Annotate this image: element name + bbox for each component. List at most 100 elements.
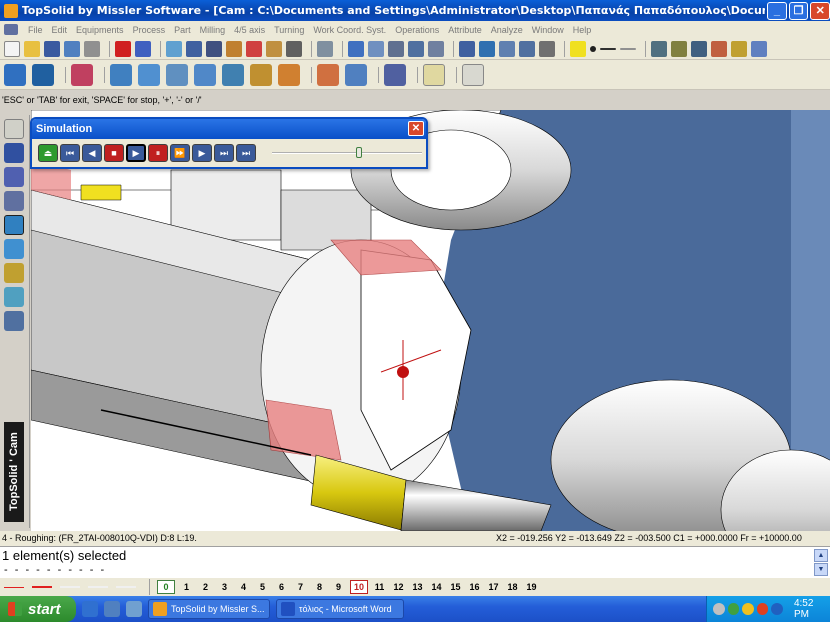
slider-thumb[interactable]: [356, 147, 362, 158]
layer-2[interactable]: 2: [196, 582, 215, 592]
tray-arrow-icon[interactable]: [713, 603, 725, 615]
layer-18[interactable]: 18: [503, 582, 522, 592]
facing-icon[interactable]: [110, 63, 132, 86]
move-icon[interactable]: [206, 40, 222, 57]
parting-icon[interactable]: [317, 63, 339, 86]
pdm-icon[interactable]: [4, 311, 24, 331]
layer-8[interactable]: 8: [310, 582, 329, 592]
layer-19[interactable]: 19: [522, 582, 541, 592]
line-style-blank-3-icon[interactable]: [116, 586, 136, 588]
task-topsolid[interactable]: TopSolid by Missler S...: [148, 599, 270, 619]
network-icon[interactable]: [727, 603, 740, 615]
zoom-icon[interactable]: [459, 40, 475, 57]
alert-icon[interactable]: [756, 603, 769, 615]
go-end-button[interactable]: ⏭: [236, 144, 256, 162]
group-icon[interactable]: [671, 40, 687, 57]
view-icon[interactable]: [499, 40, 515, 57]
copy-icon[interactable]: [166, 40, 182, 57]
align-icon[interactable]: [388, 40, 404, 57]
layer-3[interactable]: 3: [215, 582, 234, 592]
magnet-icon[interactable]: [408, 40, 424, 57]
layer-icon[interactable]: [651, 40, 667, 57]
check-icon[interactable]: [348, 40, 364, 57]
restore-button[interactable]: ❐: [788, 1, 809, 20]
layer-4[interactable]: 4: [234, 582, 253, 592]
machine-icon[interactable]: [32, 63, 54, 86]
properties-icon[interactable]: [64, 40, 80, 57]
layer-current[interactable]: 0: [157, 580, 175, 594]
layer-11[interactable]: 11: [370, 582, 389, 592]
layer-17[interactable]: 17: [484, 582, 503, 592]
volume-icon[interactable]: [771, 603, 783, 615]
grooving-icon[interactable]: [194, 63, 216, 86]
line-width-icon[interactable]: [620, 47, 636, 50]
cut-icon[interactable]: [368, 40, 384, 57]
step-back-button[interactable]: ◀: [82, 144, 102, 162]
layer-1[interactable]: 1: [177, 582, 196, 592]
layer-7[interactable]: 7: [291, 582, 310, 592]
note-icon[interactable]: [731, 40, 747, 57]
layer-12[interactable]: 12: [389, 582, 408, 592]
sketch-icon[interactable]: [4, 119, 24, 139]
go-start-button[interactable]: ⏮: [60, 144, 80, 162]
line-style-dashed-icon[interactable]: [4, 586, 24, 588]
roughing-icon[interactable]: [138, 63, 160, 86]
step-forward-button[interactable]: ▶: [192, 144, 212, 162]
simulation-title-bar[interactable]: Simulation ✕: [32, 119, 426, 139]
fit-view-icon[interactable]: [479, 40, 495, 57]
drilling-icon[interactable]: [250, 63, 272, 86]
operations-list-icon[interactable]: [384, 63, 406, 86]
layer-5[interactable]: 5: [253, 582, 272, 592]
security-icon[interactable]: [742, 603, 754, 615]
menu-part[interactable]: Part: [174, 25, 191, 35]
line-style-icon[interactable]: [600, 47, 616, 50]
undo-icon[interactable]: [135, 40, 151, 57]
stop-button[interactable]: ■: [104, 144, 124, 162]
attribute-icon[interactable]: [711, 40, 727, 57]
line-style-blank-2-icon[interactable]: [88, 586, 108, 588]
line-style-blank-icon[interactable]: [60, 586, 80, 588]
edit-icon[interactable]: [266, 40, 282, 57]
simulation-speed-slider[interactable]: [272, 146, 422, 160]
drafting-icon[interactable]: [4, 167, 24, 187]
progress-icon[interactable]: [4, 287, 24, 307]
stock-icon[interactable]: [71, 63, 93, 86]
modify-icon[interactable]: [246, 40, 262, 57]
menu-attribute[interactable]: Attribute: [448, 25, 482, 35]
menu-turning[interactable]: Turning: [274, 25, 304, 35]
layer-16[interactable]: 16: [465, 582, 484, 592]
menu-help[interactable]: Help: [573, 25, 592, 35]
assembly-icon[interactable]: [4, 191, 24, 211]
target-icon[interactable]: [345, 63, 367, 86]
tools-icon[interactable]: [317, 40, 333, 57]
grid-icon[interactable]: [539, 40, 555, 57]
new-icon[interactable]: [4, 40, 20, 57]
cam-icon[interactable]: [4, 215, 24, 235]
finishing-icon[interactable]: [166, 63, 188, 86]
mold-icon[interactable]: [4, 239, 24, 259]
start-button[interactable]: start: [0, 596, 76, 622]
menu-process[interactable]: Process: [133, 25, 166, 35]
help-icon[interactable]: [751, 40, 767, 57]
line-style-solid-icon[interactable]: [32, 586, 52, 588]
menu-milling[interactable]: Milling: [200, 25, 226, 35]
minimize-button[interactable]: _: [767, 1, 787, 20]
menu-work-coord-syst[interactable]: Work Coord. Syst.: [313, 25, 386, 35]
delete-icon[interactable]: [115, 40, 131, 57]
threading-icon[interactable]: [222, 63, 244, 86]
menu-edit[interactable]: Edit: [52, 25, 68, 35]
wire-icon[interactable]: [4, 263, 24, 283]
boring-icon[interactable]: [278, 63, 300, 86]
close-button[interactable]: ✕: [810, 1, 830, 20]
menu-operations[interactable]: Operations: [395, 25, 439, 35]
menu-equipments[interactable]: Equipments: [76, 25, 124, 35]
layer-13[interactable]: 13: [408, 582, 427, 592]
nc-code-icon[interactable]: [462, 63, 484, 86]
pointer-icon[interactable]: [186, 40, 202, 57]
menu-analyze[interactable]: Analyze: [491, 25, 523, 35]
save-icon[interactable]: [44, 40, 60, 57]
ie-icon[interactable]: [82, 601, 98, 617]
menu-file[interactable]: File: [28, 25, 43, 35]
point-style-icon[interactable]: [590, 45, 596, 52]
simulation-close-button[interactable]: ✕: [408, 121, 424, 136]
